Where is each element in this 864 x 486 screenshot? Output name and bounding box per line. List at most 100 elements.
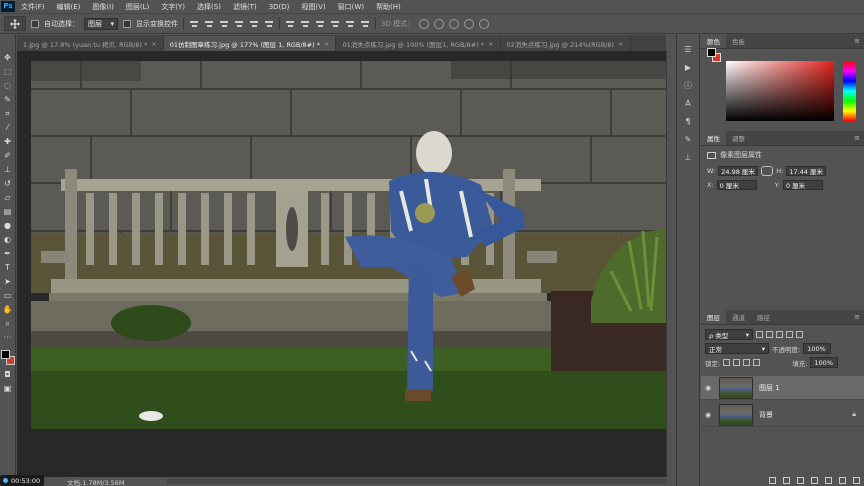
layer-style-icon[interactable] [783, 476, 790, 484]
canvas-area[interactable] [17, 51, 667, 477]
screen-mode-icon[interactable]: ▣ [2, 383, 13, 394]
clone-stamp-tool-icon[interactable]: ⊥ [2, 164, 13, 175]
menu-window[interactable]: 窗口(W) [332, 2, 370, 12]
fill-field[interactable]: 100% [810, 357, 839, 368]
dodge-tool-icon[interactable]: ◐ [2, 234, 13, 245]
orbit-3d-icon[interactable] [419, 18, 430, 29]
panel-menu-icon[interactable]: ≡ [854, 37, 860, 45]
close-icon[interactable]: × [618, 40, 623, 48]
character-panel-icon[interactable]: A [683, 98, 693, 108]
tab-document-1[interactable]: 1.jpg @ 17.8% (yuan tu 拷贝, RGB/8) * × [17, 36, 164, 51]
layer-filter-dropdown[interactable]: ρ 类型 ▾ [705, 329, 753, 340]
history-panel-icon[interactable]: ☰ [683, 44, 693, 54]
distribute-vcenter-icon[interactable] [300, 19, 310, 29]
rectangle-tool-icon[interactable]: ▭ [2, 290, 13, 301]
tab-color[interactable]: 颜色 [701, 34, 726, 48]
vertical-scrollbar[interactable] [666, 51, 676, 477]
document-image[interactable] [31, 61, 667, 429]
tab-swatches[interactable]: 色板 [726, 34, 751, 48]
horizontal-scrollbar[interactable] [167, 479, 667, 484]
show-transform-checkbox[interactable] [123, 19, 131, 28]
lock-transparency-icon[interactable] [723, 359, 731, 366]
more-tools-icon[interactable]: ··· [2, 332, 13, 343]
distribute-top-icon[interactable] [285, 19, 295, 29]
move-tool-icon[interactable]: ✥ [2, 52, 13, 63]
filter-pixel-icon[interactable] [756, 331, 763, 338]
menu-select[interactable]: 选择(S) [191, 2, 227, 12]
actions-panel-icon[interactable]: ▶ [683, 62, 693, 72]
distribute-bottom-icon[interactable] [315, 19, 325, 29]
tab-document-4[interactable]: 02消失点练习.jpg @ 214%(RGB/8) × [500, 36, 631, 51]
close-icon[interactable]: × [488, 40, 493, 48]
layer-row-background[interactable]: ◉ 背景 🔒︎ [701, 403, 864, 427]
distribute-left-icon[interactable] [330, 19, 340, 29]
tab-channels[interactable]: 通道 [726, 310, 751, 324]
slide-3d-icon[interactable] [464, 18, 475, 29]
history-brush-tool-icon[interactable]: ↺ [2, 178, 13, 189]
panel-menu-icon[interactable]: ≡ [854, 313, 860, 321]
tab-layers[interactable]: 图层 [701, 310, 726, 324]
tab-document-3[interactable]: 01消失点练习.jpg @ 100% (图层1, RGB/8#) * × [336, 36, 501, 51]
auto-select-checkbox[interactable] [31, 19, 39, 28]
filter-type-icon[interactable] [776, 331, 783, 338]
crop-tool-icon[interactable]: ⌗ [2, 108, 13, 119]
lock-position-icon[interactable] [743, 359, 751, 366]
tab-paths[interactable]: 路径 [751, 310, 776, 324]
tool-preset-picker[interactable] [4, 16, 26, 31]
delete-layer-icon[interactable] [853, 476, 860, 484]
eraser-tool-icon[interactable]: ▱ [2, 192, 13, 203]
close-icon[interactable]: × [151, 40, 156, 48]
tab-document-2[interactable]: 01仿制图章练习.jpg @ 177% (图层 1, RGB/8#) * × [163, 36, 337, 51]
brush-panel-icon[interactable]: ✎ [683, 134, 693, 144]
blend-mode-dropdown[interactable]: 正常 ▾ [705, 343, 769, 354]
distribute-hcenter-icon[interactable] [345, 19, 355, 29]
marquee-tool-icon[interactable]: ⬚ [2, 66, 13, 77]
hand-tool-icon[interactable]: ✋ [2, 304, 13, 315]
opacity-field[interactable]: 100% [803, 343, 832, 354]
hue-slider[interactable] [843, 61, 856, 121]
auto-select-dropdown[interactable]: 图层 ▾ [84, 17, 118, 30]
brush-tool-icon[interactable]: ✐ [2, 150, 13, 161]
align-top-icon[interactable] [189, 19, 199, 29]
align-right-icon[interactable] [264, 19, 274, 29]
x-field[interactable]: 0 厘米 [716, 180, 757, 190]
info-panel-icon[interactable]: ⓘ [683, 80, 693, 90]
lock-pixels-icon[interactable] [733, 359, 741, 366]
eyedropper-tool-icon[interactable]: ⁄ [2, 122, 13, 133]
clone-source-panel-icon[interactable]: ⊥ [683, 152, 693, 162]
align-bottom-icon[interactable] [219, 19, 229, 29]
new-group-icon[interactable] [825, 476, 832, 484]
type-tool-icon[interactable]: T [2, 262, 13, 273]
path-select-tool-icon[interactable]: ➤ [2, 276, 13, 287]
new-layer-icon[interactable] [839, 476, 846, 484]
filter-smart-object-icon[interactable] [796, 331, 803, 338]
eye-icon[interactable]: ◉ [701, 384, 715, 392]
link-icon[interactable] [761, 166, 774, 176]
align-vcenter-icon[interactable] [204, 19, 214, 29]
paragraph-panel-icon[interactable]: ¶ [683, 116, 693, 126]
foreground-color[interactable] [0, 350, 10, 359]
roll-3d-icon[interactable] [434, 18, 445, 29]
menu-filter[interactable]: 滤镜(T) [227, 2, 263, 12]
color-swatches[interactable] [0, 350, 15, 366]
menu-edit[interactable]: 编辑(E) [51, 2, 87, 12]
lock-all-icon[interactable] [753, 359, 761, 366]
menu-view[interactable]: 视图(V) [295, 2, 331, 12]
layer-row-layer-1[interactable]: ◉ 图层 1 [701, 376, 864, 400]
pen-tool-icon[interactable]: ✒ [2, 248, 13, 259]
adjustment-layer-icon[interactable] [811, 476, 818, 484]
width-field[interactable]: 24.98 厘米 [718, 166, 759, 176]
menu-type[interactable]: 文字(Y) [155, 2, 191, 12]
menu-layer[interactable]: 图层(L) [120, 2, 155, 12]
eye-icon[interactable]: ◉ [701, 411, 715, 419]
align-left-icon[interactable] [234, 19, 244, 29]
tab-adjustments[interactable]: 调整 [726, 131, 751, 145]
filter-adjustment-icon[interactable] [766, 331, 773, 338]
blur-tool-icon[interactable]: ● [2, 220, 13, 231]
add-mask-icon[interactable] [797, 476, 804, 484]
filter-shape-icon[interactable] [786, 331, 793, 338]
quick-select-tool-icon[interactable]: ✎ [2, 94, 13, 105]
panel-menu-icon[interactable]: ≡ [854, 134, 860, 142]
menu-image[interactable]: 图像(I) [86, 2, 120, 12]
foreground-color[interactable] [707, 48, 716, 57]
